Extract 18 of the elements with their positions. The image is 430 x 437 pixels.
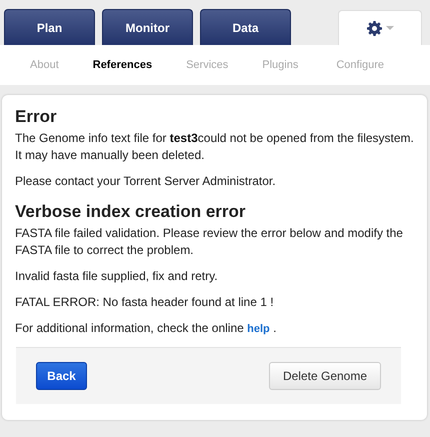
settings-button[interactable]: [338, 10, 422, 45]
back-button[interactable]: Back: [36, 362, 87, 390]
nav-tab[interactable]: Data: [200, 9, 291, 45]
paragraph: Please contact your Torrent Server Administrator.: [15, 173, 277, 190]
paragraph: Invalid fasta file supplied, fix and retry.: [15, 268, 219, 285]
paragraph: The Genome info text file for test3could not be opened from the filesystem. It may have manually been deleted.: [15, 130, 414, 164]
help-link[interactable]: help: [247, 323, 270, 335]
section-heading: Error: [15, 107, 58, 127]
nav-tab[interactable]: Plan: [4, 9, 95, 45]
section-heading: Verbose index creation error: [15, 202, 247, 222]
subnav-link[interactable]: References: [92, 59, 152, 71]
nav-tab[interactable]: Monitor: [102, 9, 193, 45]
delete-button[interactable]: Delete Genome: [269, 362, 381, 390]
paragraph: For additional information, check the online help .: [15, 320, 278, 337]
paragraph: FATAL ERROR: No fasta header found at line 1 !: [15, 294, 275, 311]
settings-icon: [366, 20, 382, 36]
paragraph: FASTA file failed validation. Please review the error below and modify the FASTA file to correct the problem.: [15, 225, 404, 259]
caret-icon: [386, 26, 394, 30]
